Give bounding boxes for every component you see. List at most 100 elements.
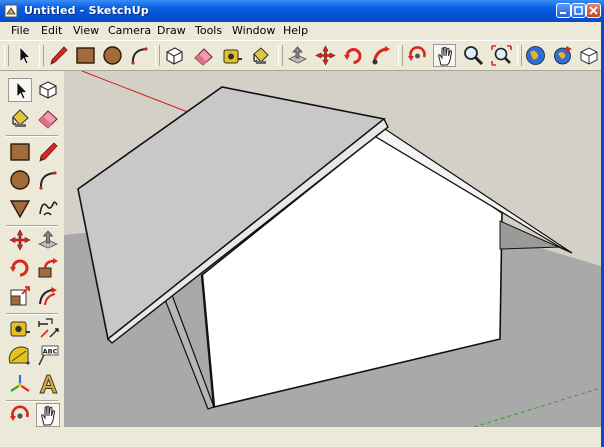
main-toolbar	[0, 41, 604, 71]
viewport-canvas[interactable]	[64, 71, 604, 427]
line-tool-button[interactable]	[47, 44, 70, 67]
arc-tool-button[interactable]	[36, 168, 60, 192]
move-icon	[315, 45, 336, 66]
make-component-tool-button[interactable]	[36, 78, 60, 102]
polygon-tool-button[interactable]	[8, 196, 32, 220]
menu-bar: File Edit View Camera Draw Tools Window …	[0, 22, 604, 41]
eraser-tool-button[interactable]	[192, 44, 215, 67]
freehand-tool-button[interactable]	[36, 196, 60, 220]
zoom-icon	[464, 46, 484, 66]
make-component-tool-button[interactable]	[163, 44, 186, 67]
select-icon	[16, 81, 28, 100]
tape-measure-tool-button[interactable]	[221, 44, 244, 67]
follow-me-tool-button[interactable]	[370, 44, 393, 67]
rectangle-tool-button[interactable]	[8, 140, 32, 164]
tape-measure-tool-button[interactable]	[8, 316, 32, 340]
move-tool-button[interactable]	[314, 44, 337, 67]
pan-tool-button[interactable]	[36, 403, 60, 427]
select-icon	[19, 46, 31, 65]
rectangle-tool-button[interactable]	[74, 44, 97, 67]
menu-tools[interactable]: Tools	[195, 24, 222, 37]
scale-tool-button[interactable]	[8, 284, 32, 308]
components-icon	[580, 47, 598, 65]
dimension-tool-button[interactable]	[36, 316, 60, 340]
tape-measure-icon	[10, 321, 30, 337]
circle-tool-button[interactable]	[8, 168, 32, 192]
menu-file[interactable]: File	[11, 24, 29, 37]
protractor-icon	[8, 346, 30, 365]
share-model-button[interactable]	[551, 44, 574, 67]
paint-bucket-icon	[253, 47, 269, 64]
pan-tool-button[interactable]	[433, 44, 456, 67]
rectangle-icon	[10, 143, 30, 161]
close-button[interactable]	[586, 3, 601, 18]
follow-me-icon	[372, 46, 390, 65]
get-models-icon	[526, 46, 545, 65]
push-pull-tool-button[interactable]	[286, 44, 309, 67]
minimize-button[interactable]	[556, 3, 571, 18]
zoom-extents-tool-button[interactable]	[490, 44, 513, 67]
arc-tool-button[interactable]	[128, 44, 151, 67]
menu-draw[interactable]: Draw	[157, 24, 186, 37]
toolbar-separator	[6, 400, 58, 402]
axes-icon	[10, 375, 30, 392]
rotate-icon	[10, 259, 29, 277]
make-component-icon	[39, 81, 57, 99]
pan-icon	[438, 46, 453, 66]
paint-bucket-tool-button[interactable]	[249, 44, 272, 67]
zoom-extents-icon	[491, 45, 512, 66]
menu-window[interactable]: Window	[232, 24, 275, 37]
toolbar-separator	[6, 135, 58, 137]
minimize-icon	[560, 12, 566, 14]
status-bar	[64, 427, 604, 447]
sketchup-app-icon	[4, 4, 18, 18]
rotate-icon	[344, 48, 362, 64]
orbit-icon	[10, 405, 29, 421]
text-icon-label: ABC	[43, 348, 58, 356]
paint-bucket-tool-button[interactable]	[8, 106, 32, 130]
select-tool-button[interactable]	[13, 44, 36, 67]
toolbar-separator	[278, 45, 283, 66]
paint-bucket-icon	[12, 109, 29, 127]
components-button[interactable]	[578, 44, 601, 67]
orbit-icon	[408, 46, 426, 61]
axes-tool-button[interactable]	[8, 372, 32, 396]
push-pull-tool-button[interactable]	[36, 228, 60, 252]
rotate-tool-button[interactable]	[8, 256, 32, 280]
line-icon	[50, 46, 68, 65]
push-pull-icon	[288, 46, 307, 64]
maximize-button[interactable]	[571, 3, 586, 18]
offset-tool-button[interactable]	[36, 284, 60, 308]
select-tool-button[interactable]	[8, 78, 32, 102]
line-icon	[39, 142, 58, 162]
menu-edit[interactable]: Edit	[41, 24, 62, 37]
scale-icon	[10, 286, 30, 306]
arc-icon	[39, 171, 57, 190]
make-component-icon	[166, 47, 183, 65]
zoom-tool-button[interactable]	[462, 44, 485, 67]
offset-icon	[39, 287, 57, 306]
push-pull-icon	[38, 230, 58, 249]
toolbar-grip[interactable]	[4, 45, 9, 66]
circle-tool-button[interactable]	[101, 44, 124, 67]
orbit-tool-button[interactable]	[406, 44, 429, 67]
menu-camera[interactable]: Camera	[108, 24, 151, 37]
polygon-icon	[9, 200, 31, 219]
eraser-tool-button[interactable]	[36, 106, 60, 130]
rectangle-icon	[76, 47, 95, 64]
menu-help[interactable]: Help	[283, 24, 308, 37]
follow-me-tool-button[interactable]	[36, 256, 60, 280]
orbit-tool-button[interactable]	[8, 403, 32, 427]
follow-me-icon	[38, 258, 58, 278]
menu-view[interactable]: View	[73, 24, 99, 37]
3d-text-tool-button[interactable]	[36, 372, 60, 396]
modeling-viewport[interactable]	[64, 71, 604, 427]
protractor-tool-button[interactable]	[8, 344, 32, 368]
line-tool-button[interactable]	[36, 140, 60, 164]
text-tool-button[interactable]: ABC	[36, 344, 60, 368]
circle-icon	[10, 170, 30, 190]
pan-icon	[41, 405, 56, 426]
move-tool-button[interactable]	[8, 228, 32, 252]
get-models-button[interactable]	[524, 44, 547, 67]
rotate-tool-button[interactable]	[342, 44, 365, 67]
